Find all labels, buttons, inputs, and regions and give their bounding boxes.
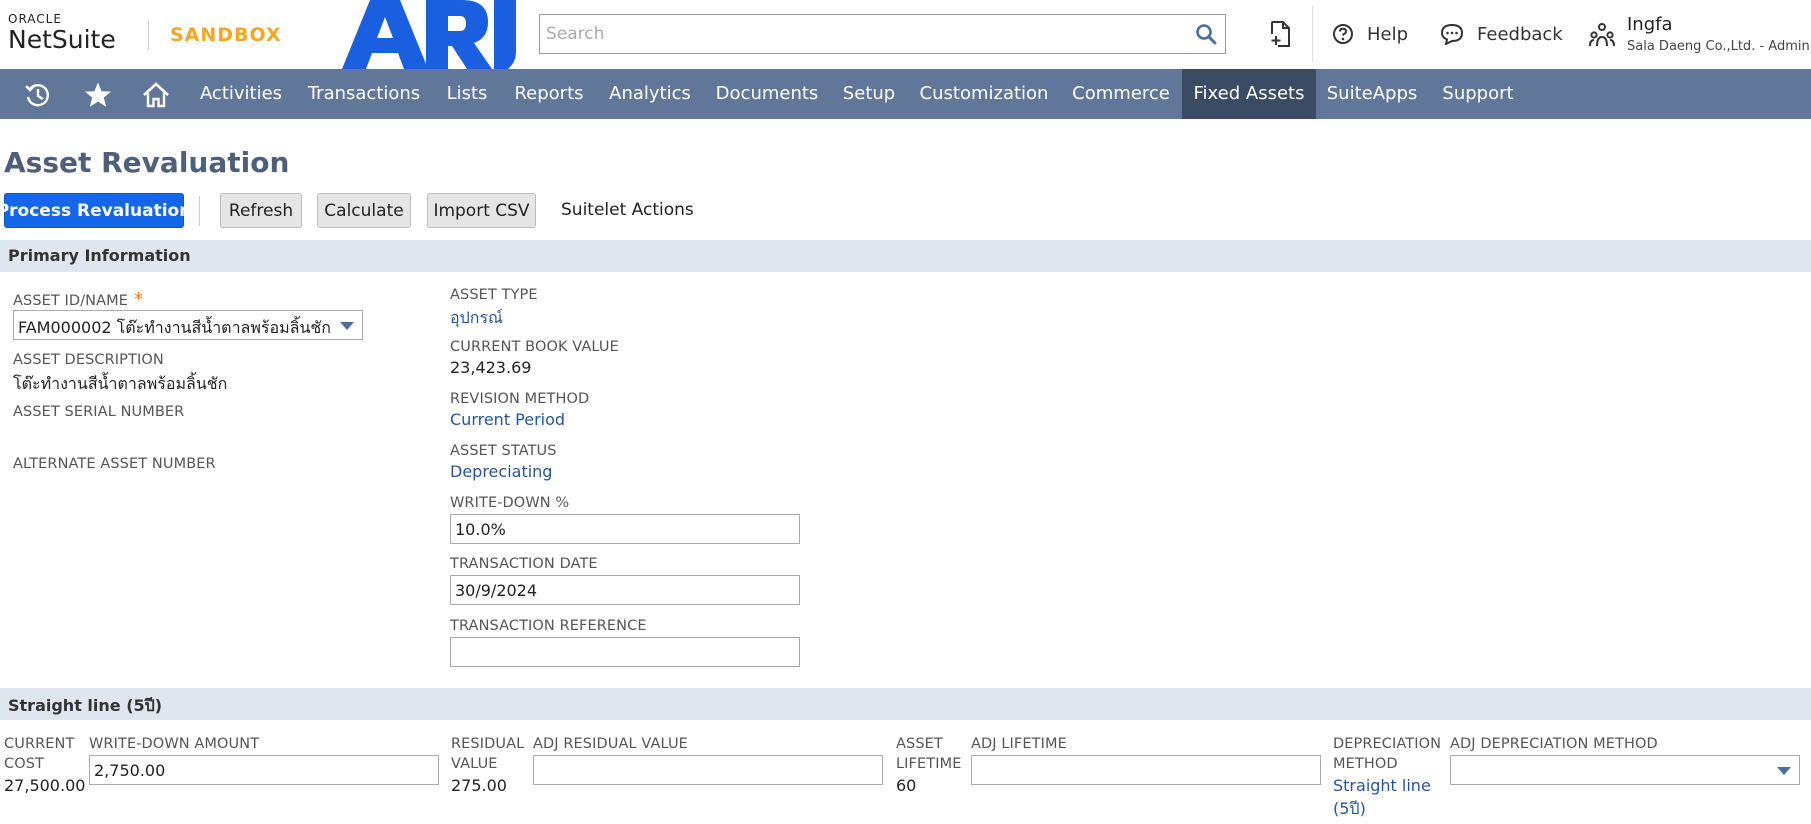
home-icon[interactable] bbox=[142, 81, 170, 109]
nav-lists[interactable]: Lists bbox=[434, 69, 500, 119]
help-link[interactable]: Help bbox=[1332, 20, 1408, 48]
write-down-percent-label: WRITE-DOWN % bbox=[450, 495, 570, 511]
help-label: Help bbox=[1367, 23, 1409, 45]
feedback-link[interactable]: Feedback bbox=[1440, 20, 1563, 48]
recent-records-icon[interactable] bbox=[1268, 20, 1294, 48]
suitelet-actions-menu[interactable]: Suitelet Actions bbox=[561, 200, 694, 220]
button-divider bbox=[199, 196, 200, 226]
header-divider bbox=[1312, 6, 1313, 62]
adj-depreciation-method-select[interactable] bbox=[1450, 755, 1800, 785]
asset-status-link[interactable]: Depreciating bbox=[450, 462, 552, 481]
required-marker: * bbox=[134, 289, 144, 310]
nav-activities[interactable]: Activities bbox=[189, 69, 293, 119]
revision-method-label: REVISION METHOD bbox=[450, 391, 590, 407]
current-book-value-label: CURRENT BOOK VALUE bbox=[450, 339, 619, 355]
straight-line-section[interactable]: Straight line (5ปี) bbox=[0, 688, 1811, 720]
adj-residual-value-input[interactable] bbox=[533, 755, 883, 785]
write-down-amount-input[interactable] bbox=[89, 755, 439, 785]
ari-logo bbox=[342, 0, 516, 69]
residual-value-label: RESIDUAL bbox=[451, 736, 525, 752]
current-cost-label: CURRENT bbox=[4, 736, 75, 752]
adj-lifetime-input[interactable] bbox=[971, 755, 1321, 785]
adj-residual-value-label: ADJ RESIDUAL VALUE bbox=[533, 736, 688, 752]
nav-documents[interactable]: Documents bbox=[705, 69, 829, 119]
section-title: Primary Information bbox=[8, 246, 191, 265]
oracle-logo-text: ORACLE bbox=[8, 12, 62, 26]
write-down-percent-input[interactable] bbox=[450, 514, 800, 544]
import-csv-button[interactable]: Import CSV bbox=[427, 193, 536, 228]
chat-bubble-icon bbox=[1440, 23, 1464, 45]
nav-customization[interactable]: Customization bbox=[909, 69, 1059, 119]
main-navigation: Activities Transactions Lists Reports An… bbox=[0, 69, 1811, 119]
global-search[interactable] bbox=[539, 14, 1226, 54]
transaction-reference-input[interactable] bbox=[450, 637, 800, 667]
nav-fixed-assets[interactable]: Fixed Assets bbox=[1182, 69, 1316, 119]
residual-value-label: VALUE bbox=[451, 756, 498, 772]
depreciation-method-label: METHOD bbox=[1333, 756, 1398, 772]
page-title: Asset Revaluation bbox=[4, 146, 290, 179]
nav-commerce[interactable]: Commerce bbox=[1063, 69, 1179, 119]
nav-support[interactable]: Support bbox=[1430, 69, 1526, 119]
primary-information-section[interactable]: Primary Information bbox=[0, 240, 1811, 272]
depreciation-method-label: DEPRECIATION bbox=[1333, 736, 1442, 752]
history-icon[interactable] bbox=[24, 81, 52, 109]
write-down-amount-label: WRITE-DOWN AMOUNT bbox=[89, 736, 260, 752]
sandbox-badge: SANDBOX bbox=[170, 24, 282, 46]
asset-lifetime-label: LIFETIME bbox=[896, 756, 962, 772]
asset-status-label: ASSET STATUS bbox=[450, 443, 557, 459]
help-circle-icon bbox=[1333, 24, 1353, 44]
current-cost-label: COST bbox=[4, 756, 44, 772]
process-revaluation-button[interactable]: Process Revaluation bbox=[0, 193, 191, 228]
current-cost-value: 27,500.00 bbox=[4, 776, 86, 795]
alternate-asset-number-label: ALTERNATE ASSET NUMBER bbox=[13, 456, 216, 472]
feedback-label: Feedback bbox=[1477, 23, 1563, 45]
section-title: Straight line (5ปี) bbox=[8, 696, 163, 715]
asset-serial-number-label: ASSET SERIAL NUMBER bbox=[13, 404, 185, 420]
user-roles-icon bbox=[1589, 23, 1615, 47]
logo-divider bbox=[148, 20, 149, 50]
depreciation-method-link[interactable]: Straight line bbox=[1333, 776, 1431, 795]
nav-setup[interactable]: Setup bbox=[833, 69, 905, 119]
depreciation-method-link[interactable]: (5ปี) bbox=[1333, 797, 1366, 822]
adj-depreciation-method-label: ADJ DEPRECIATION METHOD bbox=[1450, 736, 1658, 752]
nav-suiteapps[interactable]: SuiteApps bbox=[1318, 69, 1426, 119]
transaction-date-input[interactable] bbox=[450, 575, 800, 605]
top-header: ORACLE NetSuite SANDBOX Help bbox=[0, 0, 1811, 69]
chevron-down-icon[interactable] bbox=[1777, 767, 1791, 775]
refresh-button[interactable]: Refresh bbox=[220, 193, 302, 228]
netsuite-logo-text: NetSuite bbox=[8, 25, 116, 54]
revision-method-link[interactable]: Current Period bbox=[450, 410, 565, 429]
transaction-date-label: TRANSACTION DATE bbox=[450, 556, 598, 572]
search-input[interactable] bbox=[540, 15, 1180, 53]
asset-id-value: FAM000002 โต๊ะทำงานสีน้ำตาลพร้อมลิ้นชัก bbox=[18, 318, 331, 337]
nav-analytics[interactable]: Analytics bbox=[599, 69, 701, 119]
user-name: Ingfa bbox=[1627, 14, 1673, 35]
asset-type-label: ASSET TYPE bbox=[450, 287, 538, 303]
nav-transactions[interactable]: Transactions bbox=[297, 69, 431, 119]
oracle-netsuite-logo[interactable]: ORACLE NetSuite bbox=[8, 12, 116, 54]
residual-value: 275.00 bbox=[451, 776, 507, 795]
adj-lifetime-label: ADJ LIFETIME bbox=[971, 736, 1067, 752]
asset-lifetime-value: 60 bbox=[896, 776, 917, 795]
nav-reports[interactable]: Reports bbox=[503, 69, 595, 119]
asset-description-label: ASSET DESCRIPTION bbox=[13, 352, 164, 368]
user-company-role: Sala Daeng Co.,Ltd. - Administrator bbox=[1627, 39, 1811, 54]
asset-description-value: โต๊ะทำงานสีน้ำตาลพร้อมลิ้นชัก bbox=[13, 374, 228, 393]
transaction-reference-label: TRANSACTION REFERENCE bbox=[450, 618, 647, 634]
search-icon[interactable] bbox=[1195, 23, 1217, 45]
asset-lifetime-label: ASSET bbox=[896, 736, 943, 752]
star-icon[interactable] bbox=[84, 81, 112, 109]
asset-type-link[interactable]: อุปกรณ์ bbox=[450, 306, 503, 331]
calculate-button[interactable]: Calculate bbox=[317, 193, 411, 228]
asset-id-label: ASSET ID/NAME * bbox=[13, 289, 144, 310]
chevron-down-icon[interactable] bbox=[340, 322, 354, 330]
asset-id-select[interactable]: FAM000002 โต๊ะทำงานสีน้ำตาลพร้อมลิ้นชัก bbox=[13, 310, 363, 340]
current-book-value: 23,423.69 bbox=[450, 358, 532, 377]
